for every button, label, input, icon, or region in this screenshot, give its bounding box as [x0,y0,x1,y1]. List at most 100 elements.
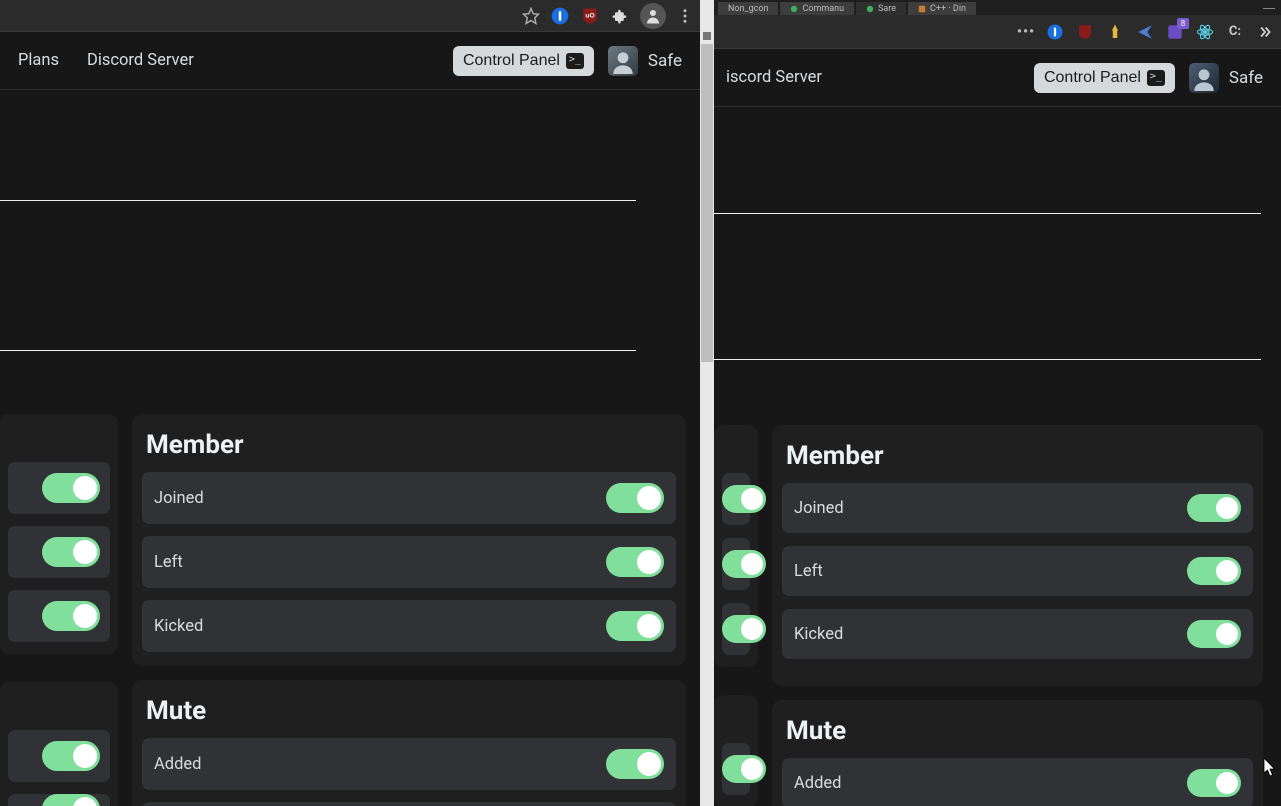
row-added: Added [142,738,676,790]
terminal-icon [1147,70,1165,86]
toggle-switch[interactable] [42,601,100,631]
row-left: Left [142,536,676,588]
ublock-ext-icon[interactable] [1075,22,1095,42]
app-header-left: Plans Discord Server Control Panel Safe [0,32,700,90]
row-label: Joined [154,489,204,508]
settings-content-left: Member Joined Left Kicked Mute Added [0,414,700,806]
nav-discord-server[interactable]: iscord Server [726,68,822,87]
nav-plans[interactable]: Plans [18,51,59,70]
row-added: Added [782,758,1253,806]
row-label: Left [794,562,823,581]
divider [0,350,636,351]
browser-toolbar-left: uO [0,0,700,32]
row-kicked: Kicked [142,600,676,652]
username-label: Safe [1229,68,1263,88]
row-label: Added [794,774,841,793]
toggle-left[interactable] [1187,557,1241,585]
ext-badge: 8 [1177,18,1189,29]
toggle-joined[interactable] [1187,494,1241,522]
toggle-added[interactable] [1187,769,1241,797]
right-browser-window: Non_gcon Commanu Sare C++ · Din ••• 8 C:… [714,0,1281,806]
mouse-cursor-icon [1263,758,1277,778]
toggle-switch[interactable] [722,550,766,578]
toolbar-overflow-icon[interactable]: ••• [1017,24,1035,40]
mute-card-title: Mute [142,690,676,738]
toggle-switch[interactable] [42,473,100,503]
ext-icon-send[interactable] [1135,22,1155,42]
mute-card: Mute Added [772,700,1263,806]
ext-icon-c[interactable]: C: [1225,22,1245,42]
scrollbar-thumb[interactable] [701,44,713,362]
mute-card-title: Mute [782,710,1253,758]
toggle-switch[interactable] [722,755,766,783]
partial-row [8,526,110,578]
react-devtools-ext-icon[interactable] [1195,22,1215,42]
ext-icon-purple[interactable]: 8 [1165,22,1185,42]
app-header-right: iscord Server Control Panel Safe [714,49,1281,107]
settings-content-right: Member Joined Left Kicked Mute Added [714,425,1281,806]
extensions-puzzle-icon[interactable] [610,6,630,26]
ext-icon-yellow[interactable] [1105,22,1125,42]
toggle-joined[interactable] [606,483,664,513]
browser-toolbar-right: ••• 8 C: [714,15,1281,49]
toggle-switch[interactable] [42,537,100,567]
onepassword-ext-icon[interactable] [1045,22,1065,42]
toggle-kicked[interactable] [606,611,664,641]
user-avatar[interactable] [1189,63,1219,93]
browser-tab[interactable]: C++ · Din [908,2,976,15]
member-card: Member Joined Left Kicked [772,425,1263,686]
profile-avatar-icon[interactable] [640,3,666,29]
row-left: Left [782,546,1253,596]
toggle-switch[interactable] [42,794,100,806]
row-label: Kicked [794,625,843,644]
toolbar-chevrons-icon[interactable] [1255,22,1275,42]
control-panel-button[interactable]: Control Panel [453,46,594,76]
partial-row [8,590,110,642]
toggle-switch[interactable] [42,741,100,771]
toggle-kicked[interactable] [1187,620,1241,648]
row-joined: Joined [782,483,1253,533]
browser-tab[interactable]: Non_gcon [718,2,778,15]
partial-row [722,603,750,655]
svg-text:uO: uO [585,12,594,19]
browser-menu-icon[interactable] [676,7,694,25]
row-partial [142,802,676,806]
bookmark-star-icon[interactable] [522,7,540,25]
partial-row [8,794,110,806]
left-browser-window: uO Plans Discord Server Control Panel Sa… [0,0,700,806]
row-joined: Joined [142,472,676,524]
partial-row [722,538,750,590]
row-kicked: Kicked [782,609,1253,659]
partial-card-left [0,414,118,806]
window-controls[interactable] [1263,2,1281,15]
toggle-switch[interactable] [722,615,766,643]
browser-tab[interactable]: Sare [856,2,906,15]
control-panel-button[interactable]: Control Panel [1034,63,1175,93]
divider [0,200,636,201]
toggle-added[interactable] [606,749,664,779]
username-label: Safe [648,51,682,71]
tab-strip-right: Non_gcon Commanu Sare C++ · Din [714,0,1281,15]
partial-row [8,730,110,782]
terminal-icon [566,53,584,69]
partial-row [722,473,750,525]
onepassword-ext-icon[interactable] [550,6,570,26]
partial-row [722,743,750,795]
member-card: Member Joined Left Kicked [132,414,686,666]
row-label: Kicked [154,617,203,636]
control-panel-label: Control Panel [463,52,560,70]
row-label: Left [154,553,183,572]
browser-tab[interactable]: Commanu [780,2,854,15]
nav-discord-server[interactable]: Discord Server [87,51,194,70]
toggle-left[interactable] [606,547,664,577]
mute-card: Mute Added [132,680,686,806]
control-panel-label: Control Panel [1044,69,1141,87]
user-avatar[interactable] [608,46,638,76]
member-card-title: Member [782,435,1253,483]
ublock-ext-icon[interactable]: uO [580,6,600,26]
partial-row [8,462,110,514]
window-split-gutter[interactable] [700,0,714,806]
divider [714,213,1261,214]
toggle-switch[interactable] [722,485,766,513]
divider [714,359,1261,360]
